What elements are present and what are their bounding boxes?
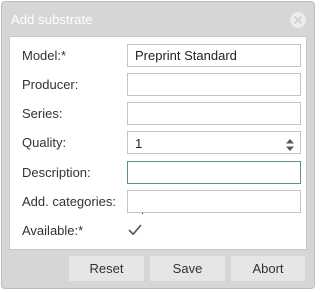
available-checkbox[interactable] — [127, 222, 143, 238]
producer-label: Producer: — [22, 77, 79, 92]
check-icon — [128, 224, 142, 235]
close-icon — [294, 16, 302, 24]
description-label: Description: — [22, 165, 91, 180]
description-input[interactable] — [127, 161, 301, 184]
quality-stepper[interactable] — [127, 131, 301, 154]
add-substrate-dialog: Add substrate Model:* Producer: Series: … — [1, 1, 315, 289]
producer-input[interactable] — [127, 73, 301, 96]
add-categories-input[interactable] — [127, 190, 301, 213]
dialog-titlebar[interactable]: Add substrate — [2, 2, 314, 36]
dialog-footer: Reset Save Abort — [9, 254, 307, 284]
series-input[interactable] — [127, 102, 301, 125]
model-input[interactable] — [127, 44, 301, 67]
available-label: Available:* — [22, 223, 84, 238]
reset-button[interactable]: Reset — [69, 256, 144, 281]
dialog-title: Add substrate — [11, 12, 93, 27]
form-body: Model:* Producer: Series: Quality: 1 Des… — [9, 36, 307, 250]
series-label: Series: — [22, 106, 63, 121]
quality-spin-arrows[interactable] — [285, 137, 295, 153]
save-button[interactable]: Save — [150, 256, 225, 281]
quality-label: Quality: — [22, 135, 67, 150]
spin-arrows-icon — [286, 139, 294, 151]
model-label: Model:* — [22, 48, 67, 63]
abort-button[interactable]: Abort — [231, 256, 305, 281]
quality-value: 1 — [135, 136, 143, 151]
close-button[interactable] — [290, 12, 306, 28]
add-categories-label: Add. categories: — [22, 194, 116, 209]
